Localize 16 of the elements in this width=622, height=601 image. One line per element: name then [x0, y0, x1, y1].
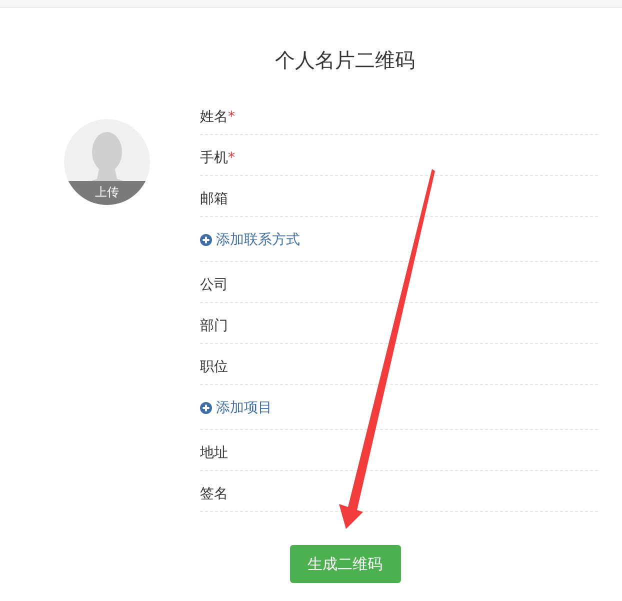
- field-label: 邮箱: [200, 190, 228, 209]
- add-link[interactable]: 添加联系方式: [200, 230, 300, 250]
- add-link[interactable]: 添加项目: [200, 398, 272, 418]
- plus-circle-icon: [200, 402, 212, 414]
- field-label: 公司: [200, 276, 228, 295]
- avatar-upload[interactable]: 上传: [64, 119, 150, 205]
- field-label: 部门: [200, 317, 228, 336]
- field-label: 姓名*: [200, 108, 235, 127]
- page-title: 个人名片二维码: [275, 47, 415, 74]
- field-label: 签名: [200, 485, 228, 504]
- field-label: 职位: [200, 358, 228, 377]
- form-field[interactable]: 手机*: [200, 135, 598, 176]
- plus-circle-icon: [200, 234, 212, 246]
- form-field[interactable]: 姓名*: [200, 94, 598, 135]
- field-label: 手机*: [200, 149, 235, 168]
- field-label: 地址: [200, 444, 228, 463]
